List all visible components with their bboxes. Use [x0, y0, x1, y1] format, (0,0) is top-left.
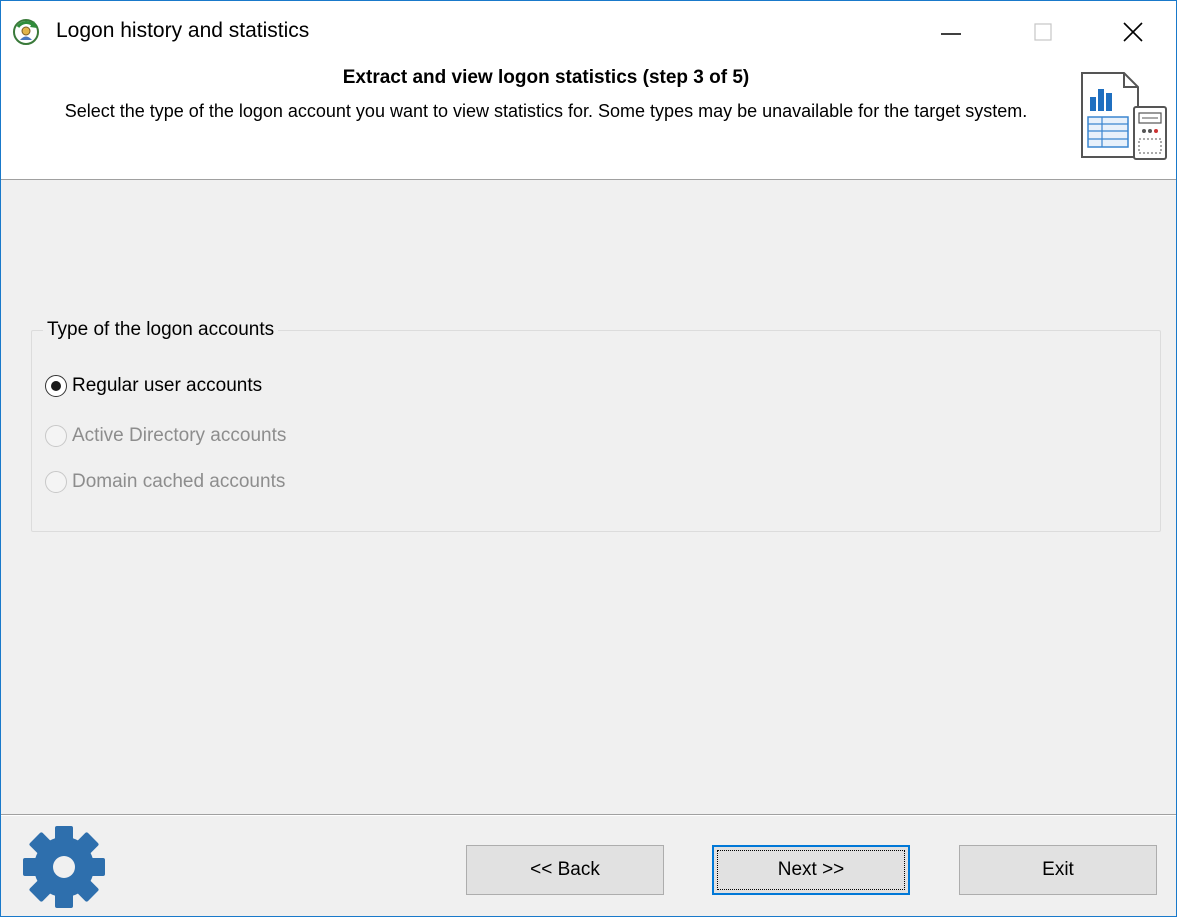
- wizard-header: Extract and view logon statistics (step …: [1, 63, 1176, 180]
- radio-label: Active Directory accounts: [72, 425, 287, 446]
- wizard-window: Logon history and statistics Extract and…: [0, 0, 1177, 917]
- radio-button-disabled[interactable]: [45, 471, 67, 493]
- minimize-button[interactable]: [905, 1, 997, 63]
- window-title: Logon history and statistics: [56, 19, 310, 42]
- next-button[interactable]: Next >>: [712, 845, 910, 895]
- minimize-icon: [941, 33, 961, 35]
- close-button[interactable]: [1087, 1, 1176, 63]
- exit-button-label: Exit: [1042, 859, 1074, 880]
- radio-regular-user-accounts[interactable]: Regular user accounts: [45, 373, 262, 399]
- step-title: Extract and view logon statistics (step …: [342, 67, 750, 88]
- radio-button-checked[interactable]: [45, 375, 67, 397]
- maximize-button[interactable]: [997, 1, 1089, 63]
- radio-active-directory-accounts[interactable]: Active Directory accounts: [45, 423, 286, 449]
- maximize-icon: [1034, 23, 1052, 41]
- title-bar[interactable]: Logon history and statistics: [1, 1, 1176, 63]
- back-button-label: << Back: [530, 859, 600, 880]
- statistics-report-icon: [1078, 69, 1170, 161]
- radio-button-disabled[interactable]: [45, 425, 67, 447]
- footer-divider-highlight: [1, 815, 1176, 816]
- gear-icon: [19, 822, 109, 912]
- radio-domain-cached-accounts[interactable]: Domain cached accounts: [45, 469, 285, 495]
- exit-button[interactable]: Exit: [959, 845, 1157, 895]
- close-icon: [1123, 22, 1143, 42]
- step-description: Select the type of the logon account you…: [64, 101, 1028, 121]
- groupbox-label: Type of the logon accounts: [43, 319, 279, 341]
- logon-history-icon: [12, 18, 40, 46]
- next-button-label: Next >>: [777, 859, 845, 880]
- back-button[interactable]: << Back: [466, 845, 664, 895]
- radio-label: Domain cached accounts: [72, 471, 286, 492]
- radio-label: Regular user accounts: [72, 375, 263, 396]
